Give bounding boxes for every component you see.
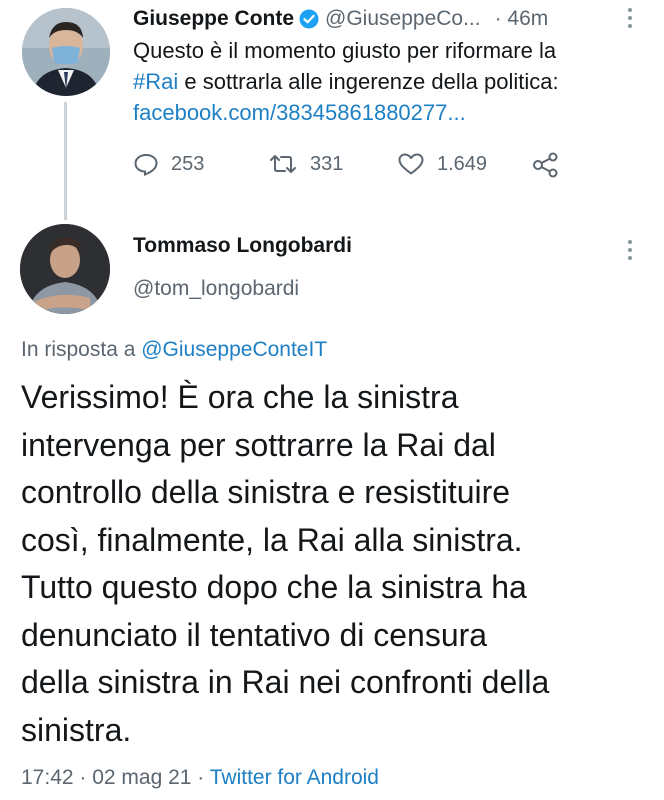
reply-text-line: Tutto questo dopo che la sinistra ha — [21, 569, 527, 605]
in-reply-to: In risposta a @GiuseppeConteIT — [21, 338, 327, 362]
author-handle[interactable]: @GiuseppeCo... — [325, 7, 481, 31]
reply-action[interactable]: 253 — [133, 152, 204, 176]
in-reply-to-handle[interactable]: @GiuseppeConteIT — [141, 338, 327, 361]
avatar-image — [22, 8, 110, 96]
reply-tweet: Tommaso Longobardi @tom_longobardi In ri… — [0, 210, 664, 800]
avatar-tommaso-longobardi[interactable] — [20, 224, 110, 314]
tweet-text-line: #Rai e sottrarla alle ingerenze della po… — [133, 66, 653, 97]
more-options-icon[interactable] — [627, 8, 633, 28]
reply-author-handle[interactable]: @tom_longobardi — [133, 277, 299, 301]
thread-line — [64, 102, 67, 220]
in-reply-to-label: In risposta a — [21, 338, 142, 361]
reply-text-line: così, finalmente, la Rai alla sinistra. — [21, 521, 523, 558]
avatar-image — [20, 224, 110, 314]
tweet-text-line: Questo è il momento giusto per riformare… — [133, 38, 557, 63]
original-tweet[interactable]: Giuseppe Conte @GiuseppeCo... · 46m Ques… — [0, 0, 664, 220]
like-count: 1.649 — [437, 152, 488, 175]
reply-text-line: denunciato il tentativo di censura — [21, 616, 488, 653]
reply-count: 253 — [171, 152, 205, 175]
heart-icon — [398, 153, 424, 175]
reply-more-options-icon[interactable] — [627, 240, 633, 260]
avatar-giuseppe-conte[interactable] — [22, 8, 110, 96]
hashtag-link[interactable]: #Rai — [133, 69, 178, 94]
external-link[interactable]: facebook.com/38345861880277... — [133, 97, 653, 128]
tweet-footer: 17:42 · 02 mag 21 · Twitter for Android — [21, 766, 379, 790]
reply-text-line: della sinistra in Rai nei confronti dell… — [21, 664, 550, 700]
reply-text: Verissimo! È ora che la sinistra interve… — [21, 374, 656, 754]
tweet-time[interactable]: · 46m — [495, 7, 549, 31]
reply-text-line: Verissimo! È ora che la sinistra — [21, 379, 459, 415]
retweet-action[interactable]: 331 — [268, 152, 343, 176]
timestamp[interactable]: 17:42 · 02 mag 21 · — [21, 766, 210, 789]
author-name[interactable]: Giuseppe Conte — [133, 7, 294, 31]
reply-author-name[interactable]: Tommaso Longobardi — [133, 234, 352, 258]
reply-text-line: intervenga per sottrarre la Rai dal — [21, 426, 496, 463]
share-icon — [533, 152, 558, 178]
source-link[interactable]: Twitter for Android — [210, 766, 379, 789]
like-action[interactable]: 1.649 — [397, 152, 487, 176]
tweet-text: Questo è il momento giusto per riformare… — [133, 35, 653, 128]
reply-text-line: controllo della sinistra e resistituire — [21, 474, 511, 510]
retweet-count: 331 — [310, 152, 344, 175]
tweet-text-fragment: e sottrarla alle ingerenze della politic… — [178, 69, 559, 94]
verified-badge-icon — [299, 9, 319, 29]
share-action[interactable] — [532, 152, 560, 183]
retweet-icon — [270, 155, 296, 173]
reply-icon — [134, 153, 158, 176]
reply-text-line: sinistra. — [21, 711, 132, 748]
